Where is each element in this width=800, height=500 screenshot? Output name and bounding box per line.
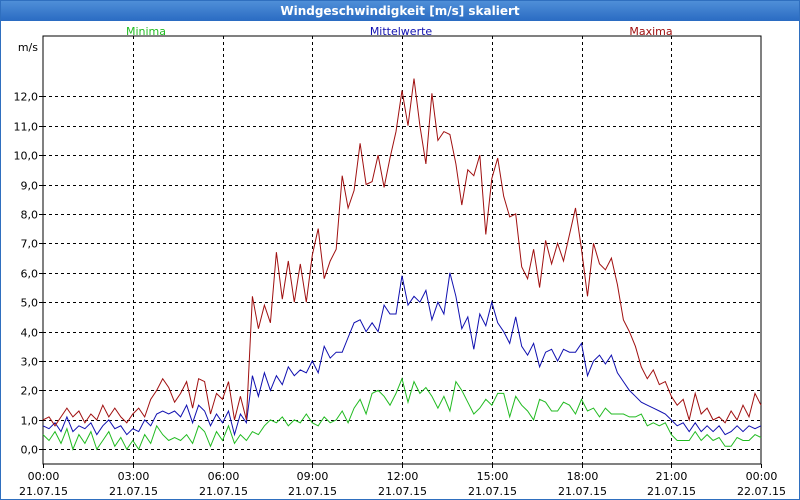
y-tick-label: 12,0 bbox=[14, 91, 39, 104]
x-tick-time-label: 18:00 bbox=[567, 470, 599, 483]
y-tick-label: 1,0 bbox=[21, 415, 39, 428]
x-tick-date-label: 21.07.15 bbox=[468, 485, 517, 498]
x-tick-time-label: 21:00 bbox=[656, 470, 688, 483]
x-tick-date-label: 21.07.15 bbox=[199, 485, 248, 498]
y-tick-label: 0,0 bbox=[21, 444, 39, 457]
y-tick-label: 3,0 bbox=[21, 356, 39, 369]
y-tick-label: 4,0 bbox=[21, 327, 39, 340]
x-tick-time-label: 00:00 bbox=[28, 470, 60, 483]
chart-window: Windgeschwindigkeit [m/s] skaliert 0,0 1,… bbox=[0, 0, 800, 500]
y-tick-label: 7,0 bbox=[21, 238, 39, 251]
legend-maxima: Maxima bbox=[629, 25, 672, 38]
x-tick-date-label: 21.07.15 bbox=[19, 485, 68, 498]
legend-minima: Minima bbox=[126, 25, 166, 38]
legend-mittelwerte: Mittelwerte bbox=[370, 25, 433, 38]
y-tick-label: 5,0 bbox=[21, 297, 39, 310]
x-tick-time-label: 15:00 bbox=[477, 470, 509, 483]
y-tick-label: 10,0 bbox=[14, 150, 39, 163]
x-tick-date-label: 21.07.15 bbox=[647, 485, 696, 498]
y-tick-label: 6,0 bbox=[21, 268, 39, 281]
x-tick-time-label: 09:00 bbox=[297, 470, 329, 483]
y-tick-label: 11,0 bbox=[14, 121, 39, 134]
x-tick-time-label: 06:00 bbox=[208, 470, 240, 483]
x-tick-time-label: 03:00 bbox=[118, 470, 150, 483]
y-tick-label: 2,0 bbox=[21, 385, 39, 398]
x-tick-time-label: 00:00 bbox=[746, 470, 778, 483]
chart-canvas: 0,0 1,0 2,0 3,0 4,0 5,0 6,0 7,0 8,0 9,0 10,0 11,0 12… bbox=[14, 25, 786, 498]
x-tick-time-label: 12:00 bbox=[387, 470, 419, 483]
y-axis-label: m/s bbox=[18, 41, 38, 54]
chart-title: Windgeschwindigkeit [m/s] skaliert bbox=[1, 1, 799, 21]
y-tick-label: 9,0 bbox=[21, 180, 39, 193]
x-tick-date-label: 21.07.15 bbox=[288, 485, 337, 498]
x-tick-date-label: 22.07.15 bbox=[737, 485, 786, 498]
x-tick-date-label: 21.07.15 bbox=[109, 485, 158, 498]
y-tick-label: 8,0 bbox=[21, 209, 39, 222]
x-tick-date-label: 21.07.15 bbox=[378, 485, 427, 498]
x-tick-date-label: 21.07.15 bbox=[558, 485, 607, 498]
